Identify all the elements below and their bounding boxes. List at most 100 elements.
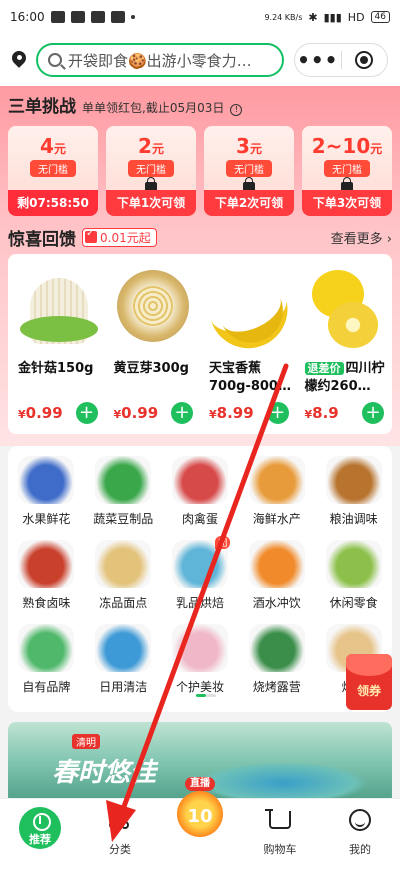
coupon-amount: 4 <box>40 134 54 158</box>
search-input[interactable]: 开袋即食🍪出游小零食力… <box>36 43 284 77</box>
category-grid: 水果鲜花 蔬菜豆制品肉禽蛋 海鲜水产 粮油调味熟食卤味 冻品面点团乳品烘焙 酒水冲饮 休闲零… <box>8 446 392 712</box>
category-label: 休闲零食 <box>329 596 378 610</box>
category-label: 海鲜水产 <box>252 512 301 526</box>
category-label: 冻品面点 <box>99 596 148 610</box>
banner-title: 春时悠佳 <box>52 758 157 788</box>
claim-coupon-button[interactable]: 领券 <box>346 654 392 710</box>
coupon-tag: 无门槛 <box>128 160 174 177</box>
live-tag: 直播 <box>185 777 215 791</box>
add-to-cart-button[interactable]: + <box>362 402 384 424</box>
shield-check-icon <box>85 228 97 243</box>
add-to-cart-button[interactable]: + <box>171 402 193 424</box>
price-badge: 0.01元起 <box>82 227 157 247</box>
coupon-condition: 下单1次可领 <box>106 190 196 216</box>
close-mini-program-button[interactable] <box>342 51 388 69</box>
battery-icon: 46 <box>370 11 390 23</box>
oil-icon <box>325 456 382 504</box>
location-icon[interactable] <box>8 49 30 71</box>
nav-recommend[interactable]: 推荐 <box>0 799 80 860</box>
add-to-cart-button[interactable]: + <box>75 402 98 424</box>
signal-icon: ▮▮▮ <box>323 10 342 24</box>
product-name: 黄豆芽300g <box>113 361 189 376</box>
category-item[interactable]: 粮油调味 <box>315 456 392 540</box>
check-icon <box>90 11 105 23</box>
category-item[interactable]: 冻品面点 <box>85 540 162 624</box>
category-item[interactable]: 烧烤露营 <box>238 624 315 708</box>
product-name: 天宝香蕉700g-800… <box>209 361 291 394</box>
product-card[interactable]: 黄豆芽300g ¥0.99 + <box>106 258 200 430</box>
page-indicator-active <box>196 694 206 697</box>
three-order-challenge: 三单挑战 单单领红包,截止05月03日 ! 4元 无门槛 剩07:58:50 2… <box>8 92 392 224</box>
nav-profile[interactable]: 我的 <box>320 799 400 860</box>
tent-icon <box>248 624 305 672</box>
cart-icon <box>265 809 291 829</box>
status-time: 16:00 <box>10 10 45 24</box>
category-item[interactable]: 日用清洁 <box>85 624 162 708</box>
info-icon[interactable]: ! <box>230 104 243 116</box>
cosmetic-icon <box>171 624 228 672</box>
drink-icon <box>248 540 305 588</box>
category-item[interactable]: 熟食卤味 <box>8 540 85 624</box>
refund-difference-tag: 退差价 <box>304 362 344 375</box>
see-more-link[interactable]: 查看更多 › <box>331 228 392 247</box>
product-card[interactable]: 天宝香蕉700g-800… ¥8.99 + <box>201 258 295 430</box>
category-item[interactable]: 肉禽蛋 <box>162 456 239 540</box>
nav-category[interactable]: 分类 <box>80 799 160 860</box>
category-label: 熟食卤味 <box>22 596 71 610</box>
category-item[interactable]: 团乳品烘焙 <box>162 536 239 624</box>
coupon-card[interactable]: 2元 无门槛 下单1次可领 <box>106 126 196 216</box>
add-to-cart-button[interactable]: + <box>266 402 289 424</box>
coupon-condition: 下单3次可领 <box>302 190 392 216</box>
category-item[interactable]: 水果鲜花 <box>8 456 85 540</box>
product-image <box>298 258 388 356</box>
category-item[interactable]: 休闲零食 <box>315 540 392 624</box>
product-image <box>12 258 102 356</box>
category-item[interactable]: 蔬菜豆制品 <box>85 456 162 540</box>
coupon-tag: 无门槛 <box>30 160 76 177</box>
challenge-subtitle: 单单领红包,截止05月03日 <box>82 101 225 115</box>
group-buy-badge: 团 <box>215 536 231 549</box>
page-indicator <box>206 694 216 697</box>
category-item[interactable]: 酒水冲饮 <box>238 540 315 624</box>
surprise-feedback-section: 惊喜回馈 0.01元起 查看更多 › 金针菇150g ¥0.99 + 黄豆芽30… <box>8 226 392 434</box>
category-label: 个护美妆 <box>175 680 224 694</box>
category-label: 粮油调味 <box>329 512 378 526</box>
category-label: 自有品牌 <box>22 680 71 694</box>
profile-icon <box>349 809 371 831</box>
category-label: 肉禽蛋 <box>181 512 218 526</box>
coupon-tag: 无门槛 <box>324 160 370 177</box>
network-type: HD <box>347 10 365 24</box>
coupon-amount: 3 <box>236 134 250 158</box>
banner-tag: 清明 <box>72 734 100 749</box>
product-card[interactable]: 退差价 四川柠檬约260… ¥8.9 + <box>297 258 391 430</box>
product-card[interactable]: 金针菇150g ¥0.99 + <box>10 258 104 430</box>
more-options-button[interactable]: ••• <box>295 50 341 70</box>
category-label: 酒水冲饮 <box>252 596 301 610</box>
snack-icon <box>325 540 382 588</box>
search-placeholder: 开袋即食🍪出游小零食力… <box>68 51 252 70</box>
gesture-area <box>0 860 400 888</box>
coupon-card[interactable]: 2~10元 无门槛 下单3次可领 <box>302 126 392 216</box>
coupon-card[interactable]: 4元 无门槛 剩07:58:50 <box>8 126 98 216</box>
product-name: 退差价 四川柠檬约260… <box>304 361 385 394</box>
product-price: ¥0.99 <box>113 404 159 422</box>
coupon-amount: 2~10 <box>311 134 371 158</box>
fish-icon <box>248 456 305 504</box>
target-icon <box>355 51 374 69</box>
top-bar: 开袋即食🍪出游小零食力… ••• <box>0 34 400 86</box>
vegetable-icon <box>95 456 152 504</box>
mail-icon <box>110 11 125 23</box>
coupon-card[interactable]: 3元 无门槛 下单2次可领 <box>204 126 294 216</box>
mini-program-capsule: ••• <box>294 43 388 77</box>
coupon-countdown: 剩07:58:50 <box>8 190 98 216</box>
blueberry-icon <box>18 456 75 504</box>
nav-cart[interactable]: 购物车 <box>240 799 320 860</box>
nav-live[interactable]: 直播 10 <box>160 777 240 860</box>
nav-label: 我的 <box>349 843 371 856</box>
crayfish-icon <box>18 540 75 588</box>
bottom-navigation: 推荐 分类 直播 10 购物车 我的 <box>0 777 400 860</box>
category-item[interactable]: 自有品牌 <box>8 624 85 708</box>
product-price: ¥0.99 <box>18 404 63 422</box>
section-title: 惊喜回馈 <box>8 229 76 250</box>
category-item[interactable]: 海鲜水产 <box>238 456 315 540</box>
